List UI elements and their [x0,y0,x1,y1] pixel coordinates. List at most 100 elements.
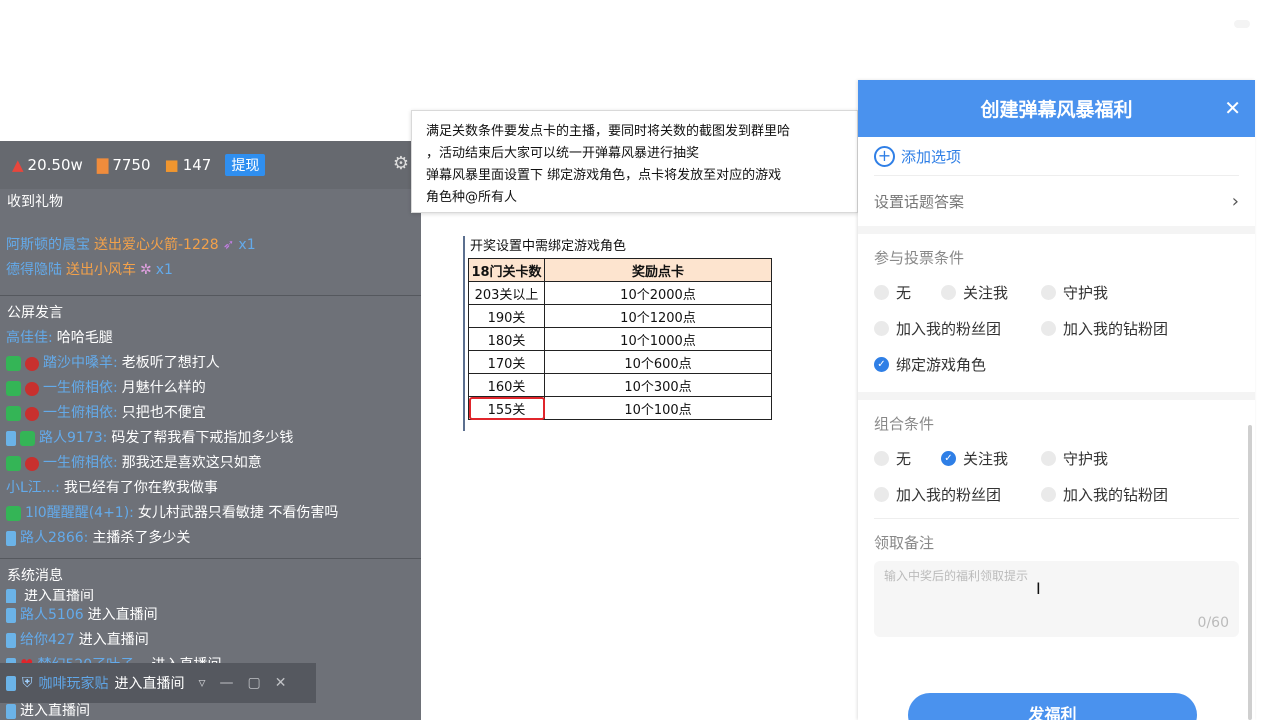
gifts-title: 收到礼物 [7,194,63,210]
fan-badge-icon [25,406,39,421]
phone-icon [6,531,16,546]
combo-option-diamond-club[interactable]: 加入我的钻粉团 [1041,476,1201,512]
dialog-scrollbar[interactable] [1248,425,1252,720]
highlighted-cell: 155关 [468,396,545,420]
vote-option-guard[interactable]: 守护我 [1041,274,1161,310]
vote-option-diamond-club[interactable]: 加入我的钻粉团 [1041,310,1201,346]
phone-icon [6,675,16,691]
window-control[interactable] [1234,20,1250,28]
mini-player-bar[interactable]: ⛨ 咖啡玩家贴 进入直播间 ▿ — ▢ ✕ [0,663,316,703]
table-row: 170关 10个600点 [468,350,772,374]
gift-icon: ■ [164,156,179,174]
minimize-icon[interactable]: — [220,675,234,691]
system-item: 进入直播间 [0,703,421,720]
system-title: 系统消息 [7,568,63,584]
create-welfare-dialog: 创建弹幕风暴福利 ✕ + 添加选项 设置话题答案 › 参与投票条件 无 关注我 … [858,80,1255,720]
phone-icon [6,633,16,648]
table-header-row: 18门关卡数 奖励点卡 [468,258,772,282]
flame-icon: ▲ [12,156,24,174]
combo-condition-options: 无 ✓ 关注我 守护我 加入我的粉丝团 加入我的钻粉团 [874,440,1239,512]
withdraw-button[interactable]: 提现 [225,154,266,176]
chat-message: 高佳佳: 哈哈毛腿 [6,330,113,346]
note-group: 领取备注 输入中奖后的福利领取提示 0/60 [874,519,1239,637]
vote-option-none[interactable]: 无 [874,274,941,310]
note-textarea[interactable]: 输入中奖后的福利领取提示 0/60 [874,561,1239,637]
checked-radio-icon: ✓ [874,356,889,372]
prize-table: 18门关卡数 奖励点卡 203关以上 10个2000点 190关 10个1200点 … [468,258,772,420]
screen: ▲ 20.50w ▇ 7750 ■ 147 提现 ⚙ 收到礼物 阿斯顿的晨宝 送出爱心… [0,0,1280,720]
chat-message: 小L江...: 我已经有了你在教我做事 [6,480,218,496]
chat-message: 1l0醒醒醒(4+1): 女儿村武器只看敏捷 不看伤害吗 [0,501,421,526]
maximize-icon[interactable]: ▢ [248,675,261,691]
phone-icon [6,704,16,719]
gift-list: 阿斯顿的晨宝 送出爱心火箭-1228 ➶ x1 德得隐陆 送出小风车 ✲ x1 [0,215,421,295]
add-option-button[interactable]: + 添加选项 [874,137,1239,175]
level-badge-icon [20,431,35,446]
level-badge-icon [6,506,21,521]
vote-condition-options: 无 关注我 守护我 加入我的粉丝团 加入我的钻粉团 ✓ 绑定游戏角色 [874,274,1239,382]
popularity-stat: ▲ 20.50w [12,156,83,174]
vote-option-fan-club[interactable]: 加入我的粉丝团 [874,310,1041,346]
phone-icon [6,431,16,446]
live-panel: ▲ 20.50w ▇ 7750 ■ 147 提现 ⚙ 收到礼物 阿斯顿的晨宝 送出爱心… [0,141,421,720]
combo-option-follow[interactable]: ✓ 关注我 [941,440,1041,476]
level-badge-icon [6,381,21,396]
combo-option-guard[interactable]: 守护我 [1041,440,1161,476]
close-icon[interactable]: ✕ [1224,96,1241,120]
char-counter: 0/60 [1197,615,1229,631]
topic-answer-row[interactable]: 设置话题答案 › [874,176,1239,226]
prize-table-block: 开奖设置中需绑定游戏角色 18门关卡数 奖励点卡 203关以上 10个2000点 … [463,236,773,431]
rocket-icon: ➶ [222,237,235,253]
prize-table-title: 开奖设置中需绑定游戏角色 [470,239,627,254]
fans-icon: ▇ [96,156,109,174]
vote-option-follow[interactable]: 关注我 [941,274,1041,310]
radio-icon [1041,486,1056,502]
radio-icon [874,284,889,300]
chat-message: 路人2866: 主播杀了多少关 [0,526,421,551]
phone-icon [6,589,16,603]
submit-welfare-button[interactable]: 发福利 [908,693,1197,720]
plus-icon: + [874,145,895,167]
vote-condition-group: 参与投票条件 无 关注我 守护我 加入我的粉丝团 加入我的钻粉团 ✓ 绑定游戏角色 [874,234,1239,382]
level-badge-icon [6,406,21,421]
chat-list: 高佳佳: 哈哈毛腿 踏沙中嗓羊: 老板听了想打人 一生俯相依: 月魅什么样的 一生俯相… [0,326,421,556]
combo-option-fan-club[interactable]: 加入我的粉丝团 [874,476,1041,512]
phone-icon [6,608,16,623]
chat-message: 一生俯相依: 只把也不便宜 [0,401,421,426]
table-row: 180关 10个1000点 [468,327,772,351]
dialog-title: 创建弹幕风暴福利 [980,99,1133,121]
settings-icon[interactable]: ⚙ [393,153,409,174]
combo-condition-group: 组合条件 无 ✓ 关注我 守护我 加入我的粉丝团 加入我的钻粉团 [874,400,1239,512]
vote-option-bind-game-role[interactable]: ✓ 绑定游戏角色 [874,346,1074,382]
radio-icon [874,486,889,502]
fan-badge-icon [25,356,39,371]
chat-message: 踏沙中嗓羊: 老板听了想打人 [0,351,421,376]
gift-stat: ■ 147 [164,156,212,174]
pinwheel-icon: ✲ [140,262,152,278]
text-cursor-icon: I [1036,579,1041,598]
gift-item: 阿斯顿的晨宝 送出爱心火箭-1228 ➶ x1 [0,233,421,258]
system-item: 进入直播间 [0,589,421,603]
divider [0,295,421,296]
dialog-body: + 添加选项 设置话题答案 › 参与投票条件 无 关注我 守护我 加入我的粉丝团… [858,137,1255,637]
radio-icon [874,320,889,336]
fan-badge-icon [25,381,39,396]
shield-icon: ⛨ [22,675,33,691]
radio-icon [1041,450,1056,466]
fans-stat: ▇ 7750 [96,156,151,174]
collapse-icon[interactable]: ▿ [199,675,206,691]
combo-option-none[interactable]: 无 [874,440,941,476]
divider [0,558,421,559]
radio-icon [1041,320,1056,336]
close-icon[interactable]: ✕ [275,675,287,691]
level-badge-icon [6,456,21,471]
table-row: 160关 10个300点 [468,373,772,397]
gift-item [0,215,421,233]
system-item: 给你427 进入直播间 [0,628,421,653]
table-row: 203关以上 10个2000点 [468,281,772,305]
table-row: 155关 10个100点 [468,396,772,420]
section-gap [858,392,1255,400]
section-gap [858,226,1255,234]
chat-message: 一生俯相依: 月魅什么样的 [0,376,421,401]
chat-message: 一生俯相依: 那我还是喜欢这只如意 [0,451,421,476]
